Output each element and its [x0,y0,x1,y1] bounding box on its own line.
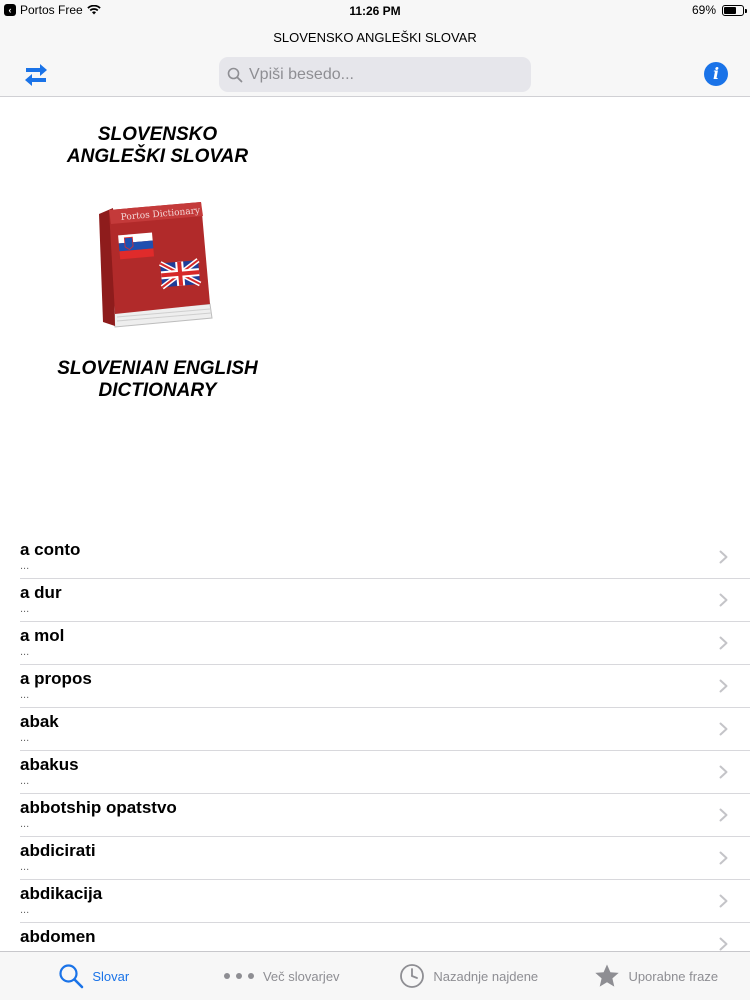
list-item-word: abak [20,712,59,731]
chevron-right-icon [719,937,728,951]
star-icon [595,964,620,987]
chevron-right-icon [719,550,728,564]
clock-icon [400,964,425,988]
list-item[interactable]: abak... [20,708,750,751]
list-item[interactable]: abdikacija... [20,880,750,923]
chevron-right-icon [719,765,728,779]
status-bar: ‹ Portos Free 11:26 PM 69% [0,0,750,22]
battery-level [724,6,737,14]
battery-icon [722,4,747,16]
chevron-right-icon [719,894,728,908]
list-item-translation: ... [20,560,30,572]
tab-vec-slovarjev-label: Več slovarjev [262,968,340,984]
list-item-word: abdicirati [20,841,96,860]
tab-uporabne-fraze-label: Uporabne fraze [628,968,719,984]
chevron-right-icon [719,636,728,650]
list-item-word: a propos [20,669,92,688]
search-icon [59,964,84,989]
list-item-word: abbotship opatstvo [20,798,177,817]
list-item[interactable]: abdomen... [20,923,750,952]
list-item-translation: ... [20,775,30,787]
word-list: a conto... a dur... a mol... a propos... aba… [0,536,750,952]
list-item[interactable]: a conto... [20,536,750,579]
list-item[interactable]: abdicirati... [20,837,750,880]
tab-nazadnje-najdene-label: Nazadnje najdene [433,968,539,984]
list-item-word: a conto [20,540,81,559]
list-item-translation: ... [20,646,30,658]
banner-title-line1: SLOVENSKO [97,124,218,145]
status-time: 11:26 PM [349,4,401,18]
list-item-word: abdikacija [20,884,103,903]
tab-vec-slovarjev[interactable]: Več slovarjev [188,952,376,1000]
chevron-right-icon [719,851,728,865]
tab-slovar-label: Slovar [92,968,130,984]
list-item-word: abakus [20,755,79,774]
chevron-right-icon [719,593,728,607]
banner-subtitle: SLOVENIAN ENGLISH DICTIONARY [40,358,275,402]
banner-title-line2: ANGLEŠKI SLOVAR [66,146,249,167]
list-item-translation: ... [20,861,30,873]
banner-subtitle-line1: SLOVENIAN ENGLISH [57,358,258,379]
search-bar[interactable] [219,57,531,92]
more-dots-icon [223,973,254,979]
tab-uporabne-fraze[interactable]: Uporabne fraze [563,952,750,1000]
list-item[interactable]: a propos... [20,665,750,708]
list-item-translation: ... [20,689,30,701]
tab-slovar[interactable]: Slovar [0,952,188,1000]
list-item-translation: ... [20,818,30,830]
search-input[interactable] [249,65,519,84]
chevron-right-icon [719,722,728,736]
banner-title: SLOVENSKO ANGLEŠKI SLOVAR [40,124,275,168]
tab-nazadnje-najdene[interactable]: Nazadnje najdene [375,952,563,1000]
tab-bar: Slovar Več slovarjev Nazadnje najdene Up… [0,951,750,1000]
battery-percent: 69% [691,3,716,17]
chevron-right-icon [719,679,728,693]
list-item-translation: ... [20,732,30,744]
list-item[interactable]: a mol... [20,622,750,665]
status-right: 69% [691,3,747,17]
list-item-translation: ... [20,603,30,615]
list-item[interactable]: a dur... [20,579,750,622]
dictionary-book-icon: Portos Dictionary [99,202,213,328]
list-item[interactable]: abbotship opatstvo... [20,794,750,837]
nav-title: SLOVENSKO ANGLEŠKI SLOVAR [273,30,477,45]
dictionary-banner: SLOVENSKO ANGLEŠKI SLOVAR Portos Diction… [0,97,750,537]
list-item[interactable]: abakus... [20,751,750,794]
list-item-word: a mol [20,626,65,645]
info-icon[interactable]: i [704,62,728,86]
chevron-right-icon [719,808,728,822]
banner-subtitle-line2: DICTIONARY [98,380,217,401]
search-icon [227,67,243,82]
navigation-bar: SLOVENSKO ANGLEŠKI SLOVAR i [0,22,750,97]
list-item-word: a dur [20,583,62,602]
swap-arrows-icon[interactable] [22,60,50,88]
list-item-translation: ... [20,904,30,916]
list-item-word: abdomen [20,927,96,946]
